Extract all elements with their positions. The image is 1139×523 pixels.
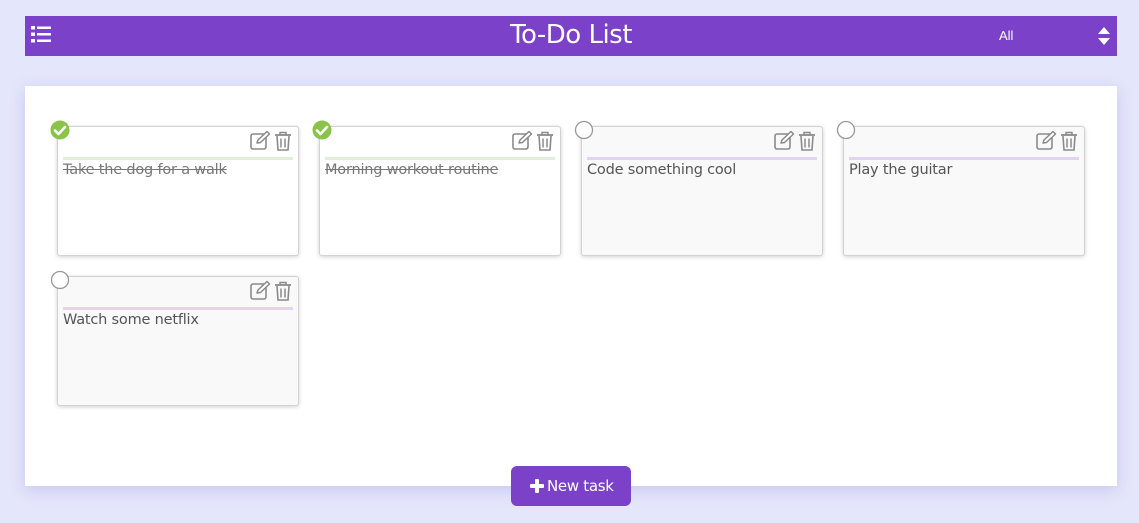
empty-circle-icon[interactable]: [50, 270, 70, 290]
task-actions: [1034, 130, 1080, 152]
task-card: Morning workout routine: [312, 120, 561, 256]
new-task-label: New task: [547, 477, 614, 495]
app-header: To-Do List All: [25, 16, 1117, 56]
task-actions: [248, 280, 294, 302]
empty-circle-icon[interactable]: [574, 120, 594, 140]
plus-icon: [530, 479, 544, 493]
task-card: Code something cool: [574, 120, 823, 256]
task-divider: [63, 307, 293, 310]
task-text: Take the dog for a walk: [63, 162, 227, 178]
page-title: To-Do List: [510, 20, 632, 50]
check-circle-icon[interactable]: [312, 120, 332, 140]
edit-icon[interactable]: [511, 130, 533, 152]
task-text: Morning workout routine: [325, 162, 499, 178]
task-text: Code something cool: [587, 162, 737, 178]
trash-icon[interactable]: [272, 280, 294, 302]
edit-icon[interactable]: [249, 280, 271, 302]
task-card: Watch some netflix: [50, 270, 299, 406]
task-card: Take the dog for a walk: [50, 120, 299, 256]
trash-icon[interactable]: [1058, 130, 1080, 152]
edit-icon[interactable]: [773, 130, 795, 152]
task-text: Watch some netflix: [63, 312, 199, 328]
filter-value: All: [999, 28, 1014, 43]
task-divider: [325, 157, 555, 160]
task-actions: [772, 130, 818, 152]
edit-icon[interactable]: [1035, 130, 1057, 152]
task-text: Play the guitar: [849, 162, 953, 178]
edit-icon[interactable]: [249, 130, 271, 152]
task-divider: [849, 157, 1079, 160]
empty-circle-icon[interactable]: [836, 120, 856, 140]
task-actions: [510, 130, 556, 152]
trash-icon[interactable]: [272, 130, 294, 152]
filter-select[interactable]: All: [985, 16, 1117, 56]
task-actions: [248, 130, 294, 152]
task-card: Play the guitar: [836, 120, 1085, 256]
task-divider: [63, 157, 293, 160]
task-board: Take the dog for a walk Morning workout r…: [25, 86, 1117, 486]
task-divider: [587, 157, 817, 160]
check-circle-icon[interactable]: [50, 120, 70, 140]
new-task-button[interactable]: New task: [511, 466, 631, 506]
sort-arrows-icon: [1097, 26, 1111, 46]
trash-icon[interactable]: [534, 130, 556, 152]
trash-icon[interactable]: [796, 130, 818, 152]
